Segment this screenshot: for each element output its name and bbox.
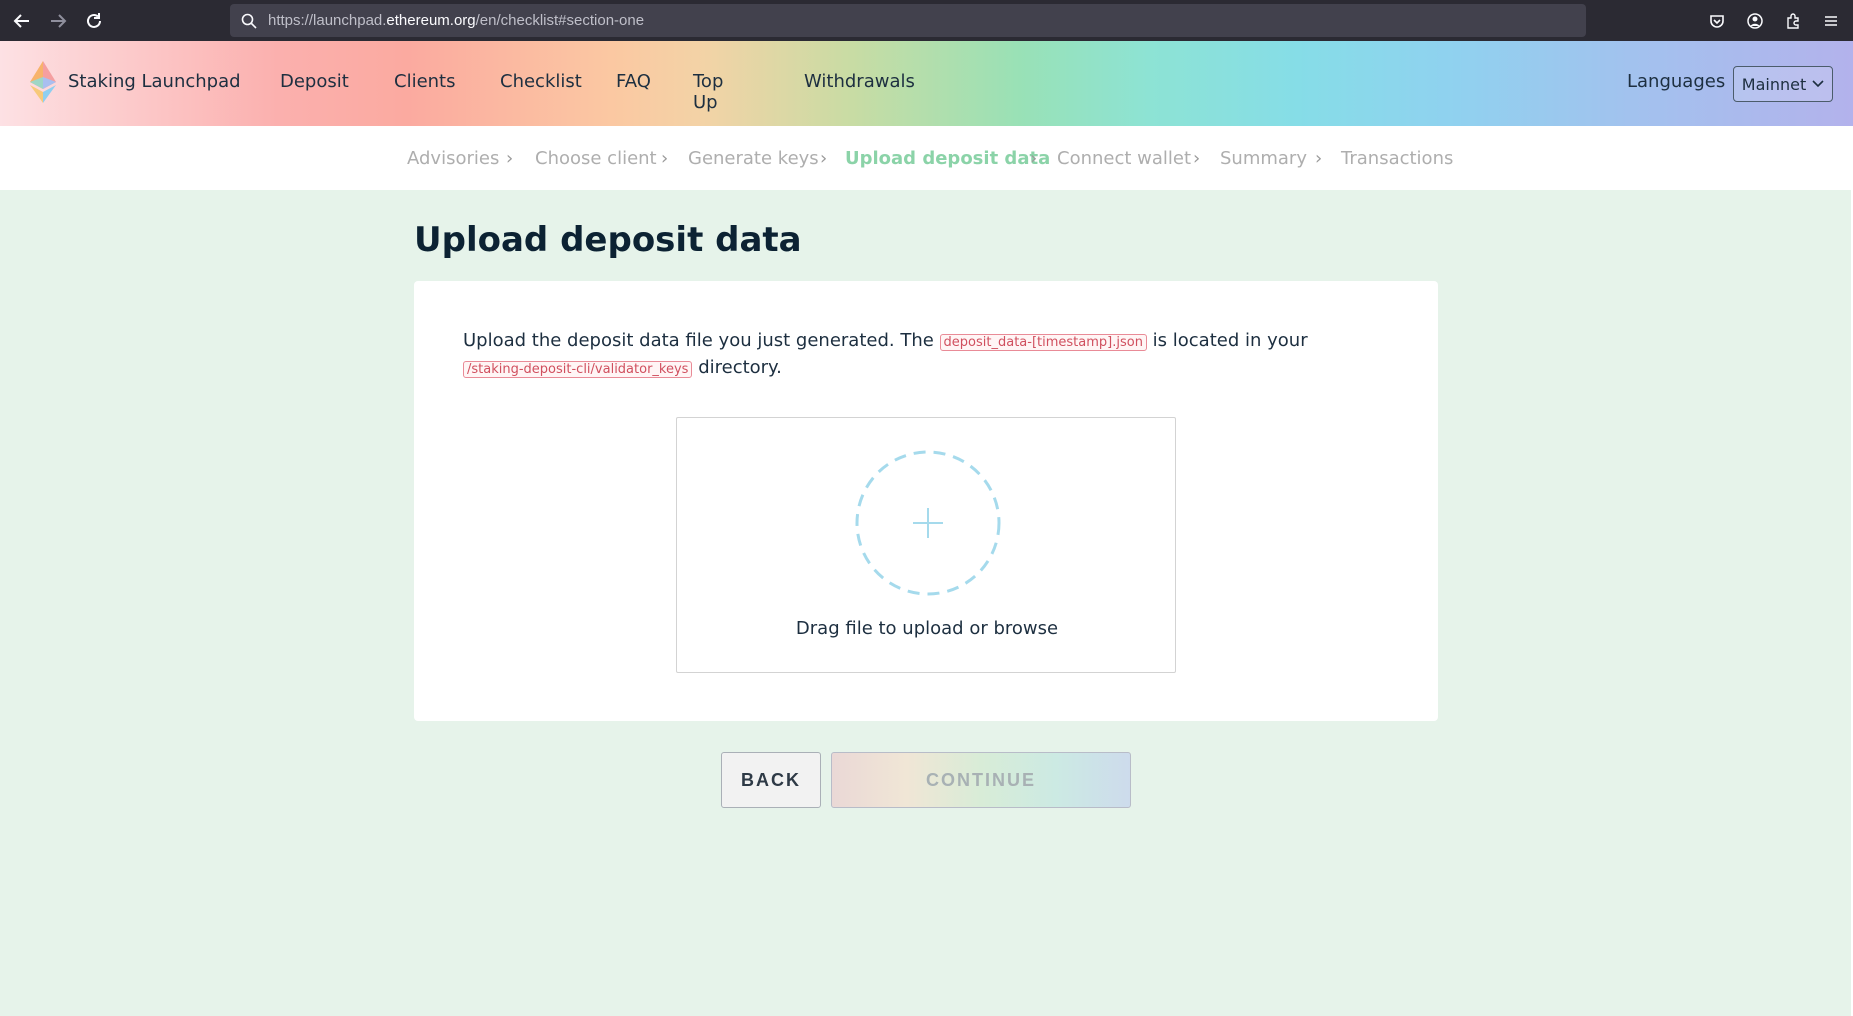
step-advisories: Advisories xyxy=(407,148,500,169)
chevron-right-icon: › xyxy=(506,148,514,169)
continue-button[interactable]: CONTINUE xyxy=(831,752,1131,808)
dropzone-label[interactable]: Drag file to upload or browse xyxy=(677,618,1177,639)
nav-top-up[interactable]: Top Up xyxy=(693,71,723,113)
step-generate-keys: Generate keys xyxy=(688,148,819,169)
nav-checklist[interactable]: Checklist xyxy=(500,71,582,92)
chevron-right-icon: › xyxy=(1193,148,1201,169)
menu-icon[interactable] xyxy=(1813,4,1849,37)
step-choose-client: Choose client xyxy=(535,148,657,169)
url-text: https://launchpad.ethereum.org/en/checkl… xyxy=(268,12,645,29)
browser-toolbar: https://launchpad.ethereum.org/en/checkl… xyxy=(0,0,1853,41)
site-header: Staking Launchpad Deposit Clients Checkl… xyxy=(0,41,1853,126)
code-validator-keys-path: /staking-deposit-cli/validator_keys xyxy=(463,361,693,378)
chevron-down-icon xyxy=(1812,80,1824,88)
extensions-icon[interactable] xyxy=(1775,4,1811,37)
search-icon xyxy=(230,13,268,29)
nav-withdrawals[interactable]: Withdrawals xyxy=(804,71,915,92)
back-arrow-icon[interactable] xyxy=(4,3,40,39)
brand-name[interactable]: Staking Launchpad xyxy=(68,71,241,92)
chevron-right-icon: › xyxy=(661,148,669,169)
step-summary: Summary xyxy=(1220,148,1307,169)
chevron-right-icon: › xyxy=(820,148,828,169)
reload-icon[interactable] xyxy=(76,3,112,39)
step-transactions: Transactions xyxy=(1341,148,1454,169)
step-upload-deposit-data: Upload deposit data xyxy=(845,148,1051,169)
upload-card: Upload the deposit data file you just ge… xyxy=(414,281,1438,721)
chevron-right-icon: › xyxy=(1030,148,1038,169)
step-connect-wallet: Connect wallet xyxy=(1057,148,1192,169)
code-deposit-filename: deposit_data-[timestamp].json xyxy=(939,334,1147,351)
nav-faq[interactable]: FAQ xyxy=(616,71,651,92)
forward-arrow-icon[interactable] xyxy=(40,3,76,39)
ethereum-logo-icon[interactable] xyxy=(30,61,56,103)
progress-stepper: Advisories › Choose client › Generate ke… xyxy=(0,126,1853,190)
back-button[interactable]: BACK xyxy=(721,752,821,808)
pocket-icon[interactable] xyxy=(1699,4,1735,37)
nav-clients[interactable]: Clients xyxy=(394,71,456,92)
add-file-icon[interactable] xyxy=(855,450,1001,596)
file-dropzone[interactable]: Drag file to upload or browse xyxy=(676,417,1176,673)
network-select[interactable]: Mainnet xyxy=(1733,66,1833,102)
network-label: Mainnet xyxy=(1741,74,1807,94)
languages-link[interactable]: Languages xyxy=(1627,71,1725,92)
chevron-right-icon: › xyxy=(1315,148,1323,169)
upload-instructions: Upload the deposit data file you just ge… xyxy=(463,330,1308,378)
page-title: Upload deposit data xyxy=(414,220,802,260)
account-icon[interactable] xyxy=(1737,4,1773,37)
nav-deposit[interactable]: Deposit xyxy=(280,71,349,92)
address-bar[interactable]: https://launchpad.ethereum.org/en/checkl… xyxy=(230,4,1586,37)
